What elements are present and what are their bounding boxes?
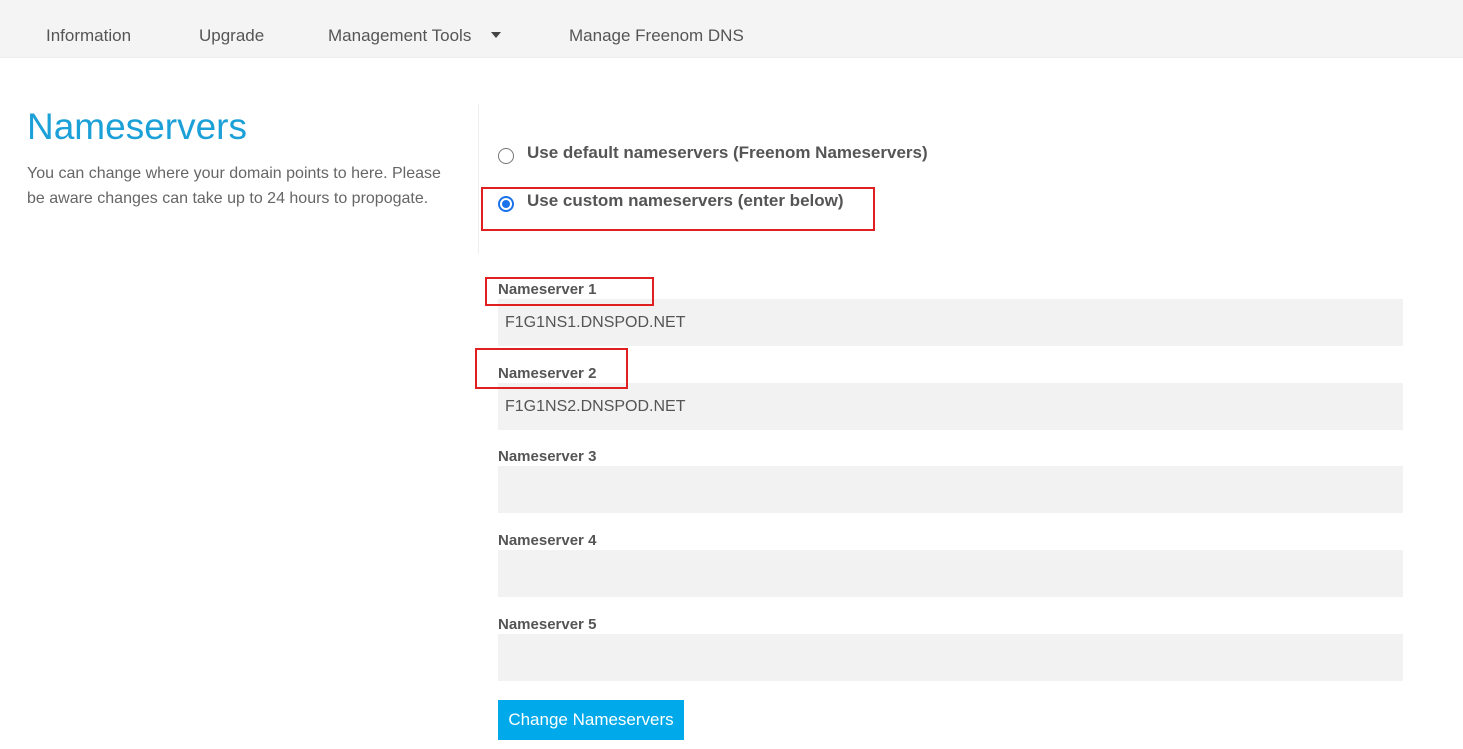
nav-item-information[interactable]: Information xyxy=(46,26,131,46)
top-navigation: Information Upgrade Management Tools Man… xyxy=(0,0,1463,58)
nav-item-management-tools-label: Management Tools xyxy=(328,26,472,45)
divider xyxy=(478,104,479,254)
default-nameservers-option[interactable]: Use default nameservers (Freenom Nameser… xyxy=(498,143,928,164)
custom-nameservers-option[interactable]: Use custom nameservers (enter below) xyxy=(498,191,844,212)
nameserver-4-input[interactable] xyxy=(498,550,1403,597)
page-title: Nameservers xyxy=(27,106,247,147)
nameserver-3-label: Nameserver 3 xyxy=(498,448,597,465)
nameserver-1-input[interactable] xyxy=(498,299,1403,346)
nameserver-5-label: Nameserver 5 xyxy=(498,616,597,633)
nameserver-3-input[interactable] xyxy=(498,466,1403,513)
nav-item-upgrade[interactable]: Upgrade xyxy=(199,26,264,46)
chevron-down-icon xyxy=(491,31,502,38)
nameserver-1-label: Nameserver 1 xyxy=(498,281,597,298)
intro-panel: Nameservers You can change where your do… xyxy=(27,105,457,211)
nav-item-management-tools[interactable]: Management Tools xyxy=(328,26,502,46)
nameserver-4-label: Nameserver 4 xyxy=(498,532,597,549)
nameserver-5-input[interactable] xyxy=(498,634,1403,681)
custom-nameservers-label: Use custom nameservers (enter below) xyxy=(527,191,844,210)
nav-item-manage-freenom-dns[interactable]: Manage Freenom DNS xyxy=(569,26,744,46)
default-nameservers-radio[interactable] xyxy=(498,148,514,164)
default-nameservers-label: Use default nameservers (Freenom Nameser… xyxy=(527,143,928,162)
nameserver-2-input[interactable] xyxy=(498,383,1403,430)
page-description: You can change where your domain points … xyxy=(27,165,441,207)
custom-nameservers-radio[interactable] xyxy=(498,196,514,212)
nameserver-2-label: Nameserver 2 xyxy=(498,365,597,382)
change-nameservers-button[interactable]: Change Nameservers xyxy=(498,700,684,740)
